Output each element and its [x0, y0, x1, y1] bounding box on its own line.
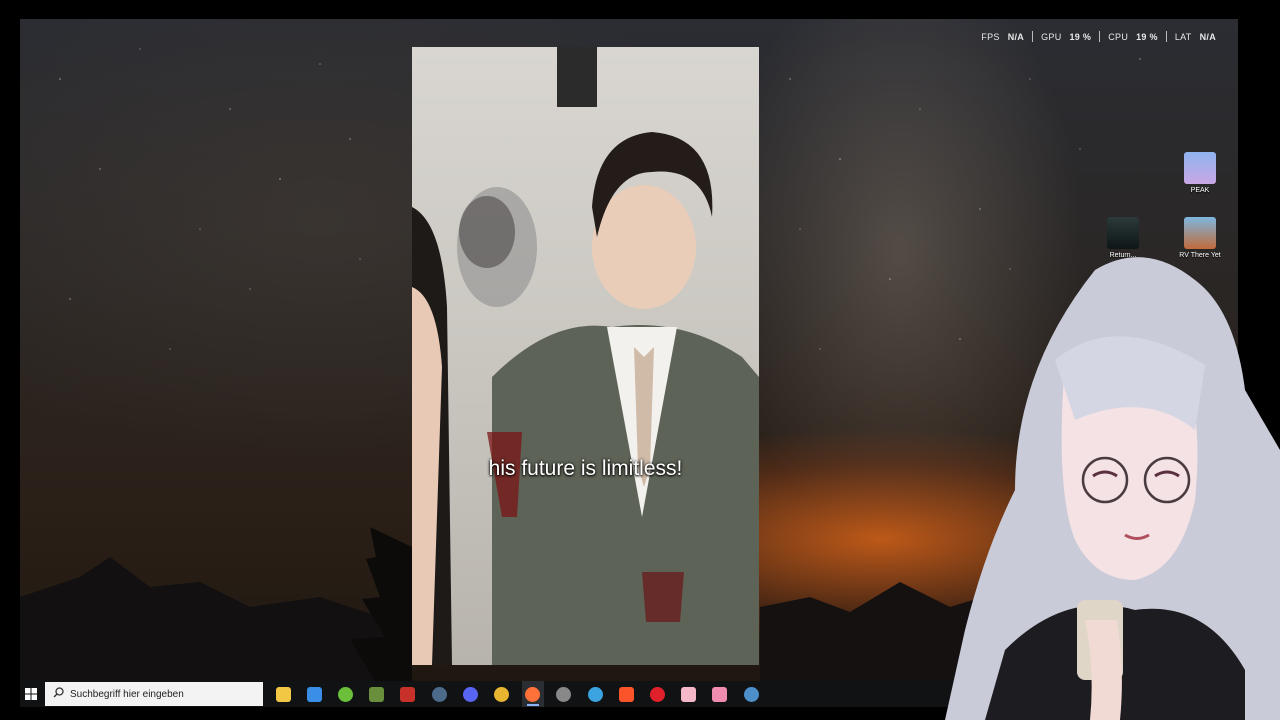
fps-label: FPS: [981, 31, 1000, 42]
file-explorer-icon: [275, 686, 291, 702]
fps-value: N/A: [1007, 31, 1025, 42]
taskbar-app-steam[interactable]: [428, 681, 450, 707]
cpu-value: 19 %: [1136, 31, 1158, 42]
taskbar-app-firefox[interactable]: [521, 681, 544, 707]
gpu-value: 19 %: [1069, 31, 1092, 42]
desktop-icon-label: PEAK: [1190, 187, 1210, 194]
perf-divider: [1032, 31, 1034, 42]
desktop-icon-peak[interactable]: PEAK: [1170, 152, 1230, 194]
search-placeholder: Suchbegriff hier eingeben: [70, 688, 184, 700]
steam-icon: [431, 686, 447, 702]
taskbar-app-refresh-app[interactable]: [584, 681, 606, 707]
photo-app-icon: [681, 686, 697, 702]
start-button[interactable]: [20, 681, 42, 707]
steam-icon-2: [743, 686, 759, 702]
taskbar-app-steam[interactable]: [740, 681, 762, 707]
performance-overlay: FPS N/A GPU 19 % CPU 19 % LAT N/A: [981, 31, 1216, 42]
taskbar-app-discord[interactable]: [459, 681, 481, 707]
taskbar-apps: [263, 681, 762, 707]
taskbar-app-opera[interactable]: [646, 681, 668, 707]
microsoft-store-icon: [306, 686, 322, 702]
vtuber-avatar: [945, 257, 1280, 720]
taskbar-app-file-explorer[interactable]: [272, 681, 294, 707]
peak-game-icon: [1184, 152, 1216, 184]
opera-icon: [649, 686, 665, 702]
windows-logo-icon: [25, 688, 37, 700]
taskbar-app-speedometer[interactable]: [553, 681, 575, 707]
gpu-label: GPU: [1041, 31, 1062, 42]
android-app-icon: [338, 686, 354, 702]
cpu-label: CPU: [1108, 31, 1129, 42]
video-subtitle: his future is limitless!: [488, 457, 683, 480]
taskbar-app-chrome[interactable]: [491, 681, 513, 707]
taskbar-app-photo-app[interactable]: [678, 681, 700, 707]
discord-icon: [462, 686, 478, 702]
refresh-app-icon: [587, 686, 603, 702]
perf-divider: [1165, 31, 1167, 42]
search-icon: [53, 687, 64, 701]
pink-app-icon: [712, 686, 728, 702]
snack-app-icon: [400, 686, 416, 702]
taskbar-app-microsoft-store[interactable]: [303, 681, 325, 707]
video-player[interactable]: his future is limitless!: [412, 47, 759, 665]
speedometer-icon: [556, 686, 572, 702]
video-frame: [412, 47, 759, 665]
taskbar-app-android-app[interactable]: [335, 681, 357, 707]
firefox-icon: [525, 686, 541, 702]
taskbar-app-pink-app[interactable]: [709, 681, 731, 707]
rv-there-yet-game-icon: [1184, 217, 1216, 249]
brave-icon: [618, 686, 634, 702]
taskbar-app-minecraft[interactable]: [366, 681, 388, 707]
taskbar-app-brave[interactable]: [615, 681, 637, 707]
lat-value: N/A: [1199, 31, 1216, 42]
taskbar-app-snack-app[interactable]: [397, 681, 419, 707]
return-game-icon: [1107, 217, 1139, 249]
taskbar-search-input[interactable]: Suchbegriff hier eingeben: [45, 682, 263, 706]
lat-label: LAT: [1174, 31, 1192, 42]
chrome-icon: [494, 686, 509, 702]
perf-divider: [1099, 31, 1101, 42]
minecraft-icon: [369, 686, 385, 702]
